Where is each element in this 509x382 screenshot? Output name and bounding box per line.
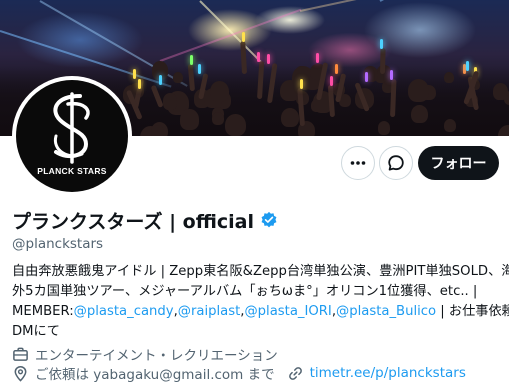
glow-stick [242,32,246,43]
profile-meta-row: ご依頼は yabagaku@gmail.com まで timetr.ee/p/p… [12,363,466,382]
more-icon [350,161,366,165]
crowd-head [212,112,224,125]
crowd-head [209,80,230,103]
more-button[interactable] [341,146,375,180]
light-beam [379,0,505,2]
glow-stick [158,75,162,86]
crowd-head [377,120,391,135]
glow-stick [390,70,394,81]
glow-stick [365,72,368,83]
bio-text: MEMBER: [12,304,74,319]
crowd-head [225,113,246,136]
handle: @planckstars [12,236,104,252]
verified-badge-icon[interactable] [260,211,278,229]
link-icon [288,366,302,380]
glow-stick [198,63,202,74]
glow-stick [257,51,261,62]
glow-stick [299,79,303,90]
location-text: ご依頼は yabagaku@gmail.com まで [35,367,275,382]
crowd-head [180,109,199,130]
profile-avatar[interactable]: PLANCK STARS [12,76,132,196]
avatar-logo: PLANCK STARS [16,80,128,192]
glow-stick [137,78,141,89]
bio-line: DMにて [12,324,60,339]
bio-text: | お仕事依頼は [440,304,509,319]
crowd-head [173,71,184,83]
light-beam [299,0,496,12]
category-text: エンターテイメント・レクリエーション [35,348,278,364]
bio-line: 外5カ国単独ツアー、メジャーアルバム「ぉちωま°」オリコン1位獲得、etc.. … [12,284,478,299]
crowd-head [280,107,299,128]
mention-link[interactable]: @raiplast [178,304,241,319]
briefcase-icon [13,347,28,361]
profile-category: エンターテイメント・レクリエーション [12,344,278,364]
website-link[interactable]: timetr.ee/p/planckstars [310,365,466,381]
crowd-head [411,104,429,124]
crowd-head [443,119,456,132]
crowd-head [162,93,178,110]
avatar-wordmark: PLANCK STARS [37,166,107,176]
message-button[interactable] [379,146,413,180]
glow-stick [190,55,194,66]
bio-line: 自由奔放悪餓鬼アイドル | Zepp東名阪&Zepp台湾単独公演、豊洲PIT単独… [12,264,509,279]
crowd-head [407,78,429,103]
mention-link[interactable]: @plasta_Bulico [336,304,436,319]
location-pin-icon [14,365,27,382]
crowd-head [443,71,455,84]
glow-stick [335,63,339,74]
glow-stick [133,68,137,79]
profile-name-row: プランクスターズ | official [12,206,278,234]
mention-link[interactable]: @plasta_candy [74,304,174,319]
message-icon [388,155,404,171]
glow-stick [329,76,333,87]
display-name: プランクスターズ | official [12,210,255,233]
glow-stick [315,53,319,64]
glow-stick [266,54,270,65]
light-beam [159,8,302,62]
mention-link[interactable]: @plasta_IORI [244,304,331,319]
follow-button[interactable]: フォロー [418,146,499,180]
profile-bio: 自由奔放悪餓鬼アイドル | Zepp東名阪&Zepp台湾単独公演、豊洲PIT単独… [12,262,509,342]
bio-line: MEMBER:@plasta_candy,@raiplast,@plasta_I… [12,302,509,322]
crowd-head [492,82,508,100]
glow-stick [465,60,469,71]
crowd-head [151,124,164,136]
